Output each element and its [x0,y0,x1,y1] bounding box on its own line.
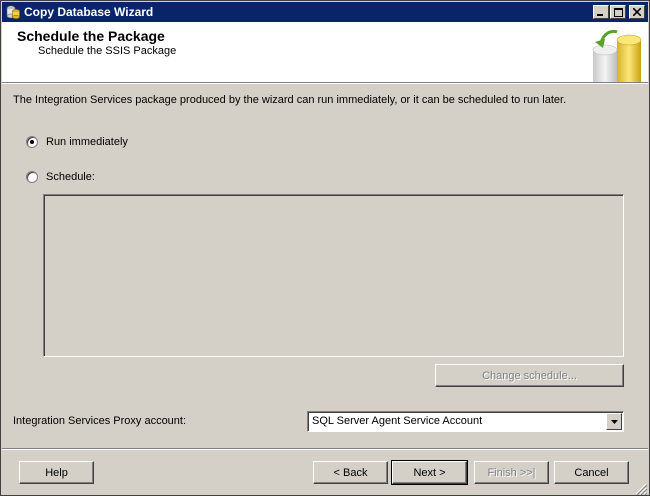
run-immediately-option[interactable]: Run immediately [26,136,128,148]
page-subtitle: Schedule the SSIS Package [38,45,177,57]
cancel-button[interactable]: Cancel [554,461,629,484]
chevron-down-icon [610,419,618,424]
title-bar[interactable]: Copy Database Wizard [2,2,648,22]
schedule-details-box [43,194,624,357]
database-wizard-art-icon [592,29,642,82]
next-button[interactable]: Next > [391,460,468,485]
footer-divider [2,448,648,450]
close-icon [633,8,641,16]
minimize-icon [597,14,603,16]
page-title: Schedule the Package [17,28,165,44]
wizard-db-icon [6,5,20,19]
wizard-header: Schedule the Package Schedule the SSIS P… [2,22,648,82]
resize-grip-icon[interactable] [635,483,647,495]
proxy-account-value: SQL Server Agent Service Account [312,415,483,427]
proxy-account-label: Integration Services Proxy account: [13,415,187,427]
description-text: The Integration Services package produce… [13,94,567,106]
run-immediately-label: Run immediately [46,136,128,148]
help-button[interactable]: Help [19,461,94,484]
copy-database-wizard-window: Copy Database Wizard Schedule the Packag… [0,0,650,496]
change-schedule-button[interactable]: Change schedule... [435,364,624,387]
schedule-label: Schedule: [46,171,95,183]
schedule-option[interactable]: Schedule: [26,171,95,183]
close-button[interactable] [629,5,645,19]
finish-button[interactable]: Finish >>| [474,461,549,484]
proxy-account-select[interactable]: SQL Server Agent Service Account [307,411,624,432]
maximize-button[interactable] [610,5,626,19]
schedule-radio[interactable] [26,171,38,183]
maximize-icon [613,7,623,17]
dropdown-arrow-button[interactable] [606,413,622,430]
back-button[interactable]: < Back [313,461,388,484]
minimize-button[interactable] [593,5,609,19]
header-divider [2,82,648,84]
window-title: Copy Database Wizard [24,5,154,19]
run-immediately-radio[interactable] [26,136,38,148]
